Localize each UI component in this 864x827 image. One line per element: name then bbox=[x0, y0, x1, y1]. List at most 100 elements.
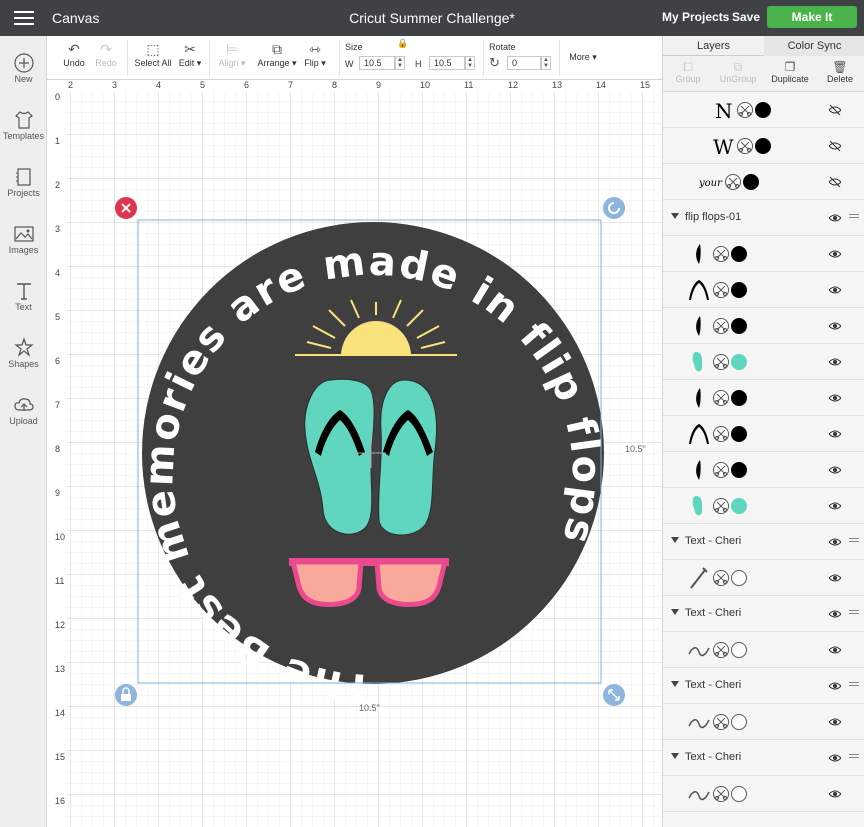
sidebar-item-text[interactable]: Text bbox=[0, 280, 47, 312]
layer-row[interactable] bbox=[663, 704, 864, 740]
eye-icon[interactable] bbox=[829, 680, 841, 692]
design-canvas[interactable]: The Best memories are made in flip flops bbox=[53, 80, 662, 827]
layer-row[interactable] bbox=[663, 560, 864, 596]
delete-button[interactable]: 🗑 Delete bbox=[815, 60, 864, 84]
eye-icon[interactable] bbox=[829, 248, 841, 260]
scissors-icon[interactable] bbox=[737, 102, 753, 118]
align-dropdown[interactable]: ⊨ Align ▾ bbox=[215, 40, 249, 69]
my-projects-link[interactable]: My Projects bbox=[662, 10, 729, 24]
width-stepper[interactable]: ▲ ▼ bbox=[395, 56, 405, 70]
ungroup-button[interactable]: ⧉ UnGroup bbox=[713, 60, 763, 84]
color-swatch[interactable] bbox=[731, 390, 747, 406]
color-swatch[interactable] bbox=[731, 354, 747, 370]
make-it-button[interactable]: Make It bbox=[767, 6, 857, 28]
eye-hidden-icon[interactable] bbox=[829, 176, 841, 188]
drag-handle-icon[interactable] bbox=[849, 214, 859, 222]
color-swatch[interactable] bbox=[731, 462, 747, 478]
layer-row[interactable] bbox=[663, 272, 864, 308]
chevron-down-icon[interactable] bbox=[671, 609, 679, 615]
scissors-icon[interactable] bbox=[713, 282, 729, 298]
tab-layers[interactable]: Layers bbox=[663, 36, 764, 56]
scissors-icon[interactable] bbox=[713, 390, 729, 406]
resize-handle[interactable] bbox=[603, 684, 625, 706]
layer-row[interactable] bbox=[663, 416, 864, 452]
chevron-down-icon[interactable] bbox=[671, 537, 679, 543]
eye-icon[interactable] bbox=[829, 320, 841, 332]
layer-row[interactable] bbox=[663, 452, 864, 488]
layer-group[interactable]: flip flops-01 bbox=[663, 200, 864, 236]
lock-handle[interactable] bbox=[115, 684, 137, 706]
layer-row[interactable] bbox=[663, 236, 864, 272]
scissors-icon[interactable] bbox=[713, 786, 729, 802]
scissors-icon[interactable] bbox=[713, 462, 729, 478]
design-artwork[interactable]: The Best memories are made in flip flops bbox=[53, 80, 662, 827]
eye-icon[interactable] bbox=[829, 392, 841, 404]
menu-icon[interactable] bbox=[14, 11, 34, 25]
eye-icon[interactable] bbox=[829, 212, 841, 224]
layer-row[interactable]: N bbox=[663, 92, 864, 128]
eye-icon[interactable] bbox=[829, 788, 841, 800]
layer-group[interactable]: Text - Cheri bbox=[663, 596, 864, 632]
drag-handle-icon[interactable] bbox=[849, 682, 859, 690]
layer-group[interactable]: Text - Cheri bbox=[663, 668, 864, 704]
layer-group[interactable]: Text - Cheri bbox=[663, 740, 864, 776]
layer-row[interactable]: your bbox=[663, 164, 864, 200]
eye-icon[interactable] bbox=[829, 284, 841, 296]
eye-icon[interactable] bbox=[829, 536, 841, 548]
color-swatch[interactable] bbox=[731, 786, 747, 802]
color-swatch[interactable] bbox=[731, 282, 747, 298]
scissors-icon[interactable] bbox=[713, 570, 729, 586]
rotate-stepper[interactable]: ▲ ▼ bbox=[541, 56, 551, 70]
eye-icon[interactable] bbox=[829, 500, 841, 512]
scissors-icon[interactable] bbox=[713, 642, 729, 658]
eye-icon[interactable] bbox=[829, 464, 841, 476]
color-swatch[interactable] bbox=[755, 102, 771, 118]
scissors-icon[interactable] bbox=[713, 498, 729, 514]
scissors-icon[interactable] bbox=[737, 138, 753, 154]
eye-icon[interactable] bbox=[829, 716, 841, 728]
rotate-handle[interactable] bbox=[603, 197, 625, 219]
sidebar-item-templates[interactable]: Templates bbox=[0, 109, 47, 141]
eye-icon[interactable] bbox=[829, 608, 841, 620]
color-swatch[interactable] bbox=[731, 642, 747, 658]
color-swatch[interactable] bbox=[743, 174, 759, 190]
color-swatch[interactable] bbox=[755, 138, 771, 154]
scissors-icon[interactable] bbox=[713, 246, 729, 262]
drag-handle-icon[interactable] bbox=[849, 538, 859, 546]
more-dropdown[interactable]: More ▾ bbox=[563, 52, 603, 63]
sidebar-item-images[interactable]: Images bbox=[0, 223, 47, 255]
save-button[interactable]: Save bbox=[732, 10, 760, 24]
tab-color-sync[interactable]: Color Sync bbox=[764, 36, 864, 56]
color-swatch[interactable] bbox=[731, 714, 747, 730]
sidebar-item-new[interactable]: New bbox=[0, 52, 47, 84]
undo-button[interactable]: ↶ Undo bbox=[61, 40, 87, 68]
layer-row[interactable] bbox=[663, 380, 864, 416]
color-swatch[interactable] bbox=[731, 246, 747, 262]
group-button[interactable]: ⧠ Group bbox=[663, 60, 713, 84]
chevron-down-icon[interactable] bbox=[671, 681, 679, 687]
width-input[interactable]: 10.5 bbox=[359, 56, 395, 70]
lock-proportions-icon[interactable]: 🔒 bbox=[397, 38, 408, 49]
chevron-down-icon[interactable] bbox=[671, 753, 679, 759]
chevron-down-icon[interactable] bbox=[671, 213, 679, 219]
eye-hidden-icon[interactable] bbox=[829, 104, 841, 116]
sidebar-item-shapes[interactable]: Shapes bbox=[0, 337, 47, 369]
color-swatch[interactable] bbox=[731, 498, 747, 514]
scissors-icon[interactable] bbox=[713, 426, 729, 442]
sidebar-item-upload[interactable]: Upload bbox=[0, 394, 47, 426]
redo-button[interactable]: ↷ Redo bbox=[93, 40, 119, 68]
eye-icon[interactable] bbox=[829, 428, 841, 440]
scissors-icon[interactable] bbox=[725, 174, 741, 190]
scissors-icon[interactable] bbox=[713, 714, 729, 730]
edit-dropdown[interactable]: ✂ Edit ▾ bbox=[175, 40, 205, 69]
layer-row[interactable] bbox=[663, 488, 864, 524]
layer-row[interactable] bbox=[663, 344, 864, 380]
color-swatch[interactable] bbox=[731, 426, 747, 442]
layer-row[interactable] bbox=[663, 776, 864, 812]
height-input[interactable]: 10.5 bbox=[429, 56, 465, 70]
duplicate-button[interactable]: ❐ Duplicate bbox=[765, 60, 815, 84]
scissors-icon[interactable] bbox=[713, 354, 729, 370]
eye-icon[interactable] bbox=[829, 752, 841, 764]
layer-row[interactable]: W bbox=[663, 128, 864, 164]
color-swatch[interactable] bbox=[731, 318, 747, 334]
